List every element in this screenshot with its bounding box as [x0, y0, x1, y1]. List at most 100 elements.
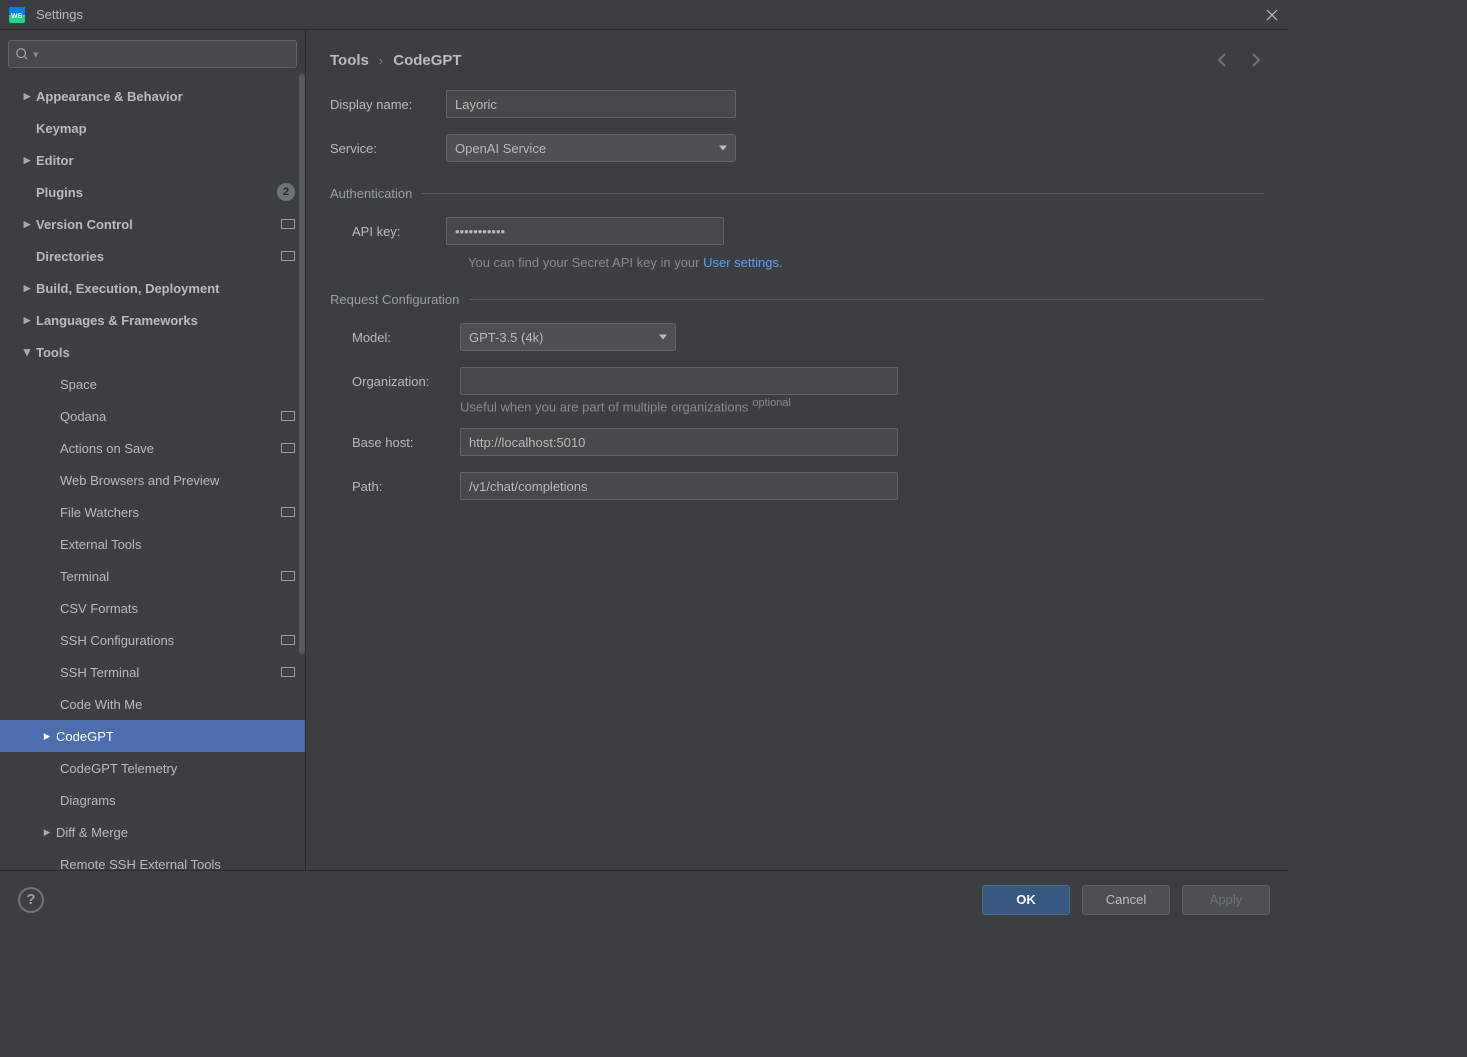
apply-button[interactable]: Apply: [1182, 885, 1270, 915]
sidebar-item-codegpt[interactable]: ▸CodeGPT: [0, 720, 305, 752]
sidebar-item-diff-merge[interactable]: ▸Diff & Merge: [0, 816, 305, 848]
sidebar-item-remote-ssh-external-tools[interactable]: Remote SSH External Tools: [0, 848, 305, 870]
user-settings-link[interactable]: User settings: [703, 255, 779, 270]
sidebar-item-keymap[interactable]: ▸Keymap: [0, 112, 305, 144]
footer: ? OK Cancel Apply: [0, 870, 1288, 928]
sidebar-item-label: Appearance & Behavior: [36, 89, 295, 104]
sidebar-item-label: SSH Configurations: [60, 633, 275, 648]
chevron-right-icon: ▸: [20, 152, 34, 168]
project-scope-icon: [281, 219, 295, 229]
organization-input[interactable]: [460, 367, 898, 395]
sidebar: ▾ ▸Appearance & Behavior▸Keymap▸Editor▸P…: [0, 30, 306, 870]
sidebar-item-label: External Tools: [60, 537, 295, 552]
chevron-right-icon: ▸: [20, 312, 34, 328]
sidebar-item-appearance-behavior[interactable]: ▸Appearance & Behavior: [0, 80, 305, 112]
sidebar-item-label: CSV Formats: [60, 601, 295, 616]
path-input[interactable]: [460, 472, 898, 500]
help-button[interactable]: ?: [18, 887, 44, 913]
sidebar-item-label: Editor: [36, 153, 295, 168]
project-scope-icon: [281, 411, 295, 421]
auth-section-header: Authentication: [330, 186, 1264, 201]
project-scope-icon: [281, 443, 295, 453]
project-scope-icon: [281, 667, 295, 677]
ok-button[interactable]: OK: [982, 885, 1070, 915]
organization-label: Organization:: [352, 374, 460, 389]
chevron-right-icon: ›: [379, 53, 383, 68]
sidebar-item-actions-on-save[interactable]: Actions on Save: [0, 432, 305, 464]
sidebar-item-space[interactable]: Space: [0, 368, 305, 400]
sidebar-item-label: Languages & Frameworks: [36, 313, 295, 328]
path-label: Path:: [352, 479, 460, 494]
base-host-label: Base host:: [352, 435, 460, 450]
display-name-input[interactable]: [446, 90, 736, 118]
sidebar-item-label: Qodana: [60, 409, 275, 424]
sidebar-item-label: Diagrams: [60, 793, 295, 808]
service-label: Service:: [330, 141, 446, 156]
sidebar-item-label: Code With Me: [60, 697, 295, 712]
sidebar-item-label: Plugins: [36, 185, 271, 200]
forward-icon[interactable]: [1246, 51, 1264, 69]
sidebar-item-label: Actions on Save: [60, 441, 275, 456]
sidebar-item-web-browsers-and-preview[interactable]: Web Browsers and Preview: [0, 464, 305, 496]
display-name-label: Display name:: [330, 97, 446, 112]
sidebar-item-file-watchers[interactable]: File Watchers: [0, 496, 305, 528]
sidebar-item-code-with-me[interactable]: Code With Me: [0, 688, 305, 720]
api-key-label: API key:: [352, 224, 446, 239]
sidebar-item-terminal[interactable]: Terminal: [0, 560, 305, 592]
sidebar-item-diagrams[interactable]: Diagrams: [0, 784, 305, 816]
sidebar-item-tools[interactable]: ▾Tools: [0, 336, 305, 368]
sidebar-item-label: Diff & Merge: [56, 825, 295, 840]
api-key-input[interactable]: [446, 217, 724, 245]
sidebar-item-ssh-terminal[interactable]: SSH Terminal: [0, 656, 305, 688]
chevron-right-icon: ▸: [20, 88, 34, 104]
close-icon[interactable]: [1264, 7, 1280, 23]
project-scope-icon: [281, 507, 295, 517]
sidebar-item-external-tools[interactable]: External Tools: [0, 528, 305, 560]
titlebar: WS Settings: [0, 0, 1288, 30]
base-host-input[interactable]: [460, 428, 898, 456]
sidebar-item-version-control[interactable]: ▸Version Control: [0, 208, 305, 240]
sidebar-item-ssh-configurations[interactable]: SSH Configurations: [0, 624, 305, 656]
scrollbar[interactable]: [299, 74, 305, 654]
search-input[interactable]: ▾: [8, 40, 297, 68]
chevron-down-icon: [659, 335, 667, 340]
service-dropdown[interactable]: OpenAI Service: [446, 134, 736, 162]
sidebar-item-directories[interactable]: ▸Directories: [0, 240, 305, 272]
api-key-hint: You can find your Secret API key in your…: [468, 255, 1264, 270]
sidebar-item-languages-frameworks[interactable]: ▸Languages & Frameworks: [0, 304, 305, 336]
project-scope-icon: [281, 571, 295, 581]
badge: 2: [277, 183, 295, 201]
chevron-right-icon: ▸: [40, 824, 54, 840]
chevron-right-icon: ▸: [20, 280, 34, 296]
chevron-down-icon: ▾: [20, 344, 34, 360]
optional-badge: optional: [752, 397, 791, 409]
breadcrumb-root[interactable]: Tools: [330, 52, 369, 69]
window-title: Settings: [36, 7, 83, 22]
sidebar-item-editor[interactable]: ▸Editor: [0, 144, 305, 176]
sidebar-item-label: Version Control: [36, 217, 275, 232]
service-value: OpenAI Service: [455, 141, 546, 156]
organization-hint: Useful when you are part of multiple org…: [460, 397, 1264, 414]
sidebar-item-csv-formats[interactable]: CSV Formats: [0, 592, 305, 624]
sidebar-item-plugins[interactable]: ▸Plugins2: [0, 176, 305, 208]
project-scope-icon: [281, 635, 295, 645]
svg-text:WS: WS: [11, 13, 23, 20]
sidebar-item-build-execution-deployment[interactable]: ▸Build, Execution, Deployment: [0, 272, 305, 304]
chevron-right-icon: ▸: [40, 728, 54, 744]
model-value: GPT-3.5 (4k): [469, 330, 543, 345]
sidebar-item-label: Tools: [36, 345, 295, 360]
sidebar-item-label: Web Browsers and Preview: [60, 473, 295, 488]
model-dropdown[interactable]: GPT-3.5 (4k): [460, 323, 676, 351]
sidebar-item-label: SSH Terminal: [60, 665, 275, 680]
sidebar-item-label: Space: [60, 377, 295, 392]
sidebar-item-qodana[interactable]: Qodana: [0, 400, 305, 432]
back-icon[interactable]: [1214, 51, 1232, 69]
breadcrumb-leaf: CodeGPT: [393, 52, 461, 69]
app-icon: WS: [8, 6, 26, 24]
chevron-down-icon: [719, 146, 727, 151]
sidebar-item-label: CodeGPT: [56, 729, 295, 744]
cancel-button[interactable]: Cancel: [1082, 885, 1170, 915]
chevron-right-icon: ▸: [20, 216, 34, 232]
breadcrumb: Tools › CodeGPT: [330, 48, 1264, 72]
sidebar-item-codegpt-telemetry[interactable]: CodeGPT Telemetry: [0, 752, 305, 784]
